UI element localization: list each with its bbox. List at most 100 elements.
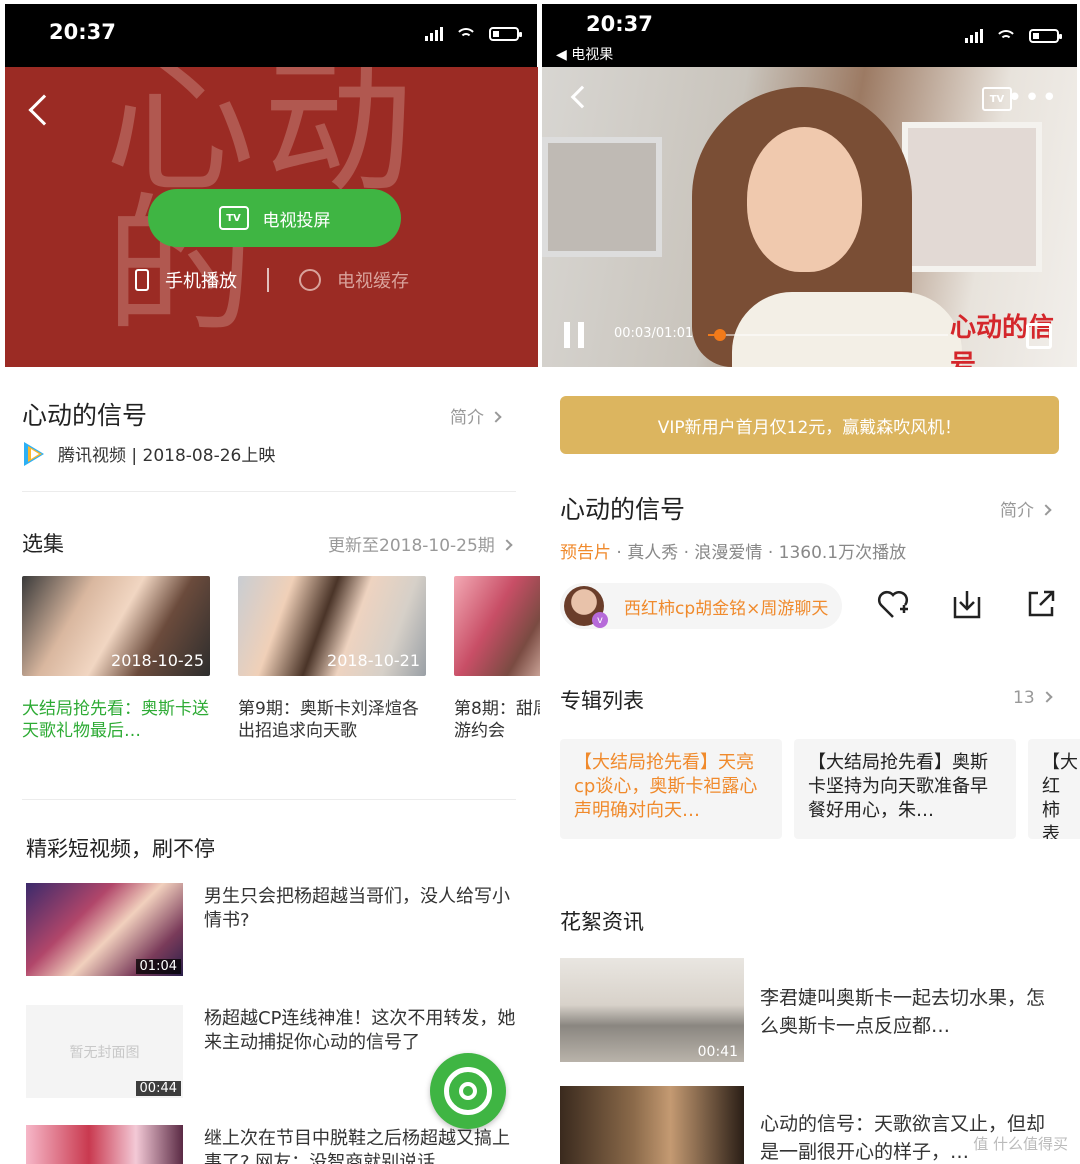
genre-and-plays: · 真人秀 · 浪漫爱情 · 1360.1万次播放: [616, 543, 907, 563]
fan-circle-name: 西红柿cp胡金铭×周游聊天: [624, 598, 829, 619]
album-card[interactable]: 【大红柿表白: [1028, 739, 1080, 839]
wifi-icon: [455, 26, 477, 42]
status-icons: [425, 26, 522, 42]
wifi-icon: [995, 28, 1017, 44]
back-arrow-icon[interactable]: [570, 85, 594, 109]
intro-link[interactable]: 简介: [450, 403, 502, 428]
short-thumbnail: 暂无封面图 00:44: [26, 1005, 183, 1098]
episode-title: 第8期：甜周游约会: [454, 699, 540, 741]
update-status: 更新至2018-10-25期: [328, 536, 495, 556]
intro-label: 简介: [1000, 501, 1034, 521]
tv-cache-button[interactable]: 电视缓存: [337, 267, 409, 293]
status-time: 20:37: [586, 12, 653, 36]
favorite-add-icon[interactable]: [876, 587, 910, 621]
show-title: 心动的信号: [22, 401, 148, 430]
background-shelf: [542, 137, 662, 257]
signal-icon: [425, 27, 443, 41]
show-tags: 预告片 · 真人秀 · 浪漫爱情 · 1360.1万次播放: [560, 538, 906, 563]
show-meta: 腾讯视频 | 2018-08-26上映: [22, 441, 275, 466]
download-icon[interactable]: [950, 587, 984, 621]
episode-card[interactable]: 2018-10-21 第9期：奥斯卡刘泽煊各出招追求向天歌: [238, 576, 426, 742]
platform-release-date: 腾讯视频 | 2018-08-26上映: [58, 446, 276, 466]
shorts-section-title: 精彩短视频，刷不停: [26, 837, 215, 861]
background-frame: [902, 122, 1042, 272]
no-cover-text: 暂无封面图: [69, 1044, 140, 1061]
news-section-title: 花絮资讯: [560, 910, 644, 934]
intro-link[interactable]: 简介: [1000, 496, 1052, 521]
total-time: 01:01: [655, 326, 694, 341]
episode-thumbnail: 2018-10-21: [238, 576, 426, 676]
back-arrow-icon[interactable]: [28, 94, 60, 126]
episodes-section-title: 选集: [22, 532, 64, 556]
episode-date: 2018-10-21: [327, 651, 420, 670]
divider: [22, 799, 516, 800]
tv-cast-button[interactable]: TV 电视投屏: [148, 189, 401, 247]
news-title: 李君婕叫奥斯卡一起去切水果，怎么奥斯卡一点反应都…: [760, 987, 1046, 1037]
divider: [22, 491, 516, 492]
episode-title: 大结局抢先看：奥斯卡送天歌礼物最后…: [22, 699, 209, 741]
actress-shirt: [732, 292, 962, 367]
tencent-video-logo-icon: [22, 441, 48, 466]
chevron-right-icon: [1040, 691, 1053, 703]
signal-icon: [965, 29, 983, 43]
intro-label: 简介: [450, 408, 484, 428]
show-logo: 心动的信号: [950, 313, 1055, 367]
chevron-right-icon: [490, 411, 502, 423]
remote-center-icon: [459, 1082, 477, 1100]
vip-badge-icon: v: [592, 612, 608, 628]
right-screen: 20:37 ◀ 电视果 TV ••• 00:03/01:01 心动的信号 VIP…: [542, 0, 1080, 1164]
trailer-tag[interactable]: 预告片: [560, 543, 611, 563]
progress-bar[interactable]: [708, 329, 948, 341]
share-icon[interactable]: [1024, 587, 1058, 621]
actress-face: [747, 127, 862, 272]
episode-date: 2018-10-25: [111, 651, 204, 670]
fan-circle-pill[interactable]: v 西红柿cp胡金铭×周游聊天: [560, 583, 842, 629]
short-title: 男生只会把杨超越当哥们，没人给写小情书?: [204, 886, 510, 931]
download-icon: [299, 269, 321, 291]
cast-hero: 心动的 TV 电视投屏 手机播放 电视缓存: [5, 67, 538, 367]
episode-card[interactable]: 2018-10-25 大结局抢先看：奥斯卡送天歌礼物最后…: [22, 576, 210, 742]
short-thumbnail: [26, 1125, 183, 1164]
phone-icon: [135, 269, 149, 291]
fullscreen-icon[interactable]: [1026, 323, 1052, 349]
album-count: 13: [1013, 688, 1035, 708]
tv-cast-label: 电视投屏: [262, 210, 331, 231]
current-time: 00:03: [614, 326, 652, 341]
back-to-app-link[interactable]: ◀ 电视果: [556, 44, 613, 64]
album-card[interactable]: 【大结局抢先看】天亮cp谈心，奥斯卡袒露心声明确对向天…: [560, 739, 782, 839]
status-icons: [965, 28, 1062, 44]
news-thumbnail: [560, 1086, 744, 1164]
short-video-item[interactable]: 继上次在节目中脱鞋之后杨超越又搞上事了? 网友：没智商就别说话: [26, 1125, 526, 1164]
video-duration: 00:44: [135, 1081, 181, 1096]
short-video-item[interactable]: 01:04 男生只会把杨超越当哥们，没人给写小情书?: [26, 883, 526, 978]
battery-icon: [489, 27, 522, 41]
album-count-link[interactable]: 13: [1013, 688, 1053, 708]
battery-icon: [1029, 29, 1062, 43]
status-time: 20:37: [49, 20, 116, 44]
more-icon[interactable]: •••: [1007, 85, 1059, 111]
episode-title: 第9期：奥斯卡刘泽煊各出招追求向天歌: [238, 699, 419, 741]
episode-card[interactable]: 第8期：甜周游约会: [454, 576, 540, 742]
vip-promo-banner[interactable]: VIP新用户首月仅12元，赢戴森吹风机！: [560, 396, 1059, 454]
short-title: 继上次在节目中脱鞋之后杨超越又搞上事了? 网友：没智商就别说话: [204, 1128, 510, 1164]
album-section-title: 专辑列表: [560, 689, 644, 713]
pause-icon[interactable]: [564, 322, 586, 348]
phone-play-button[interactable]: 手机播放: [165, 267, 237, 293]
album-card[interactable]: 【大结局抢先看】奥斯卡坚持为向天歌准备早餐好用心，朱…: [794, 739, 1016, 839]
video-duration: 00:41: [697, 1044, 738, 1060]
episode-thumbnail: [454, 576, 540, 676]
episode-thumbnail: 2018-10-25: [22, 576, 210, 676]
status-bar: 20:37 ◀ 电视果: [542, 4, 1077, 67]
progress-knob[interactable]: [714, 329, 726, 341]
video-duration: 01:04: [135, 959, 181, 974]
watermark-text: 值 什么值得买: [973, 1135, 1068, 1153]
remote-control-button[interactable]: [430, 1053, 506, 1129]
left-screen: 20:37 心动的 TV 电视投屏 手机播放 电视缓存 心动的信号 简介 腾讯视…: [0, 0, 540, 1164]
playback-time: 00:03/01:01: [614, 326, 694, 341]
video-player[interactable]: TV ••• 00:03/01:01 心动的信号: [542, 67, 1077, 367]
chevron-right-icon: [501, 539, 513, 551]
episodes-update-link[interactable]: 更新至2018-10-25期: [328, 531, 513, 556]
news-thumbnail: 00:41: [560, 958, 744, 1062]
play-options: 手机播放 电视缓存: [135, 267, 409, 293]
avatar: v: [564, 586, 608, 628]
